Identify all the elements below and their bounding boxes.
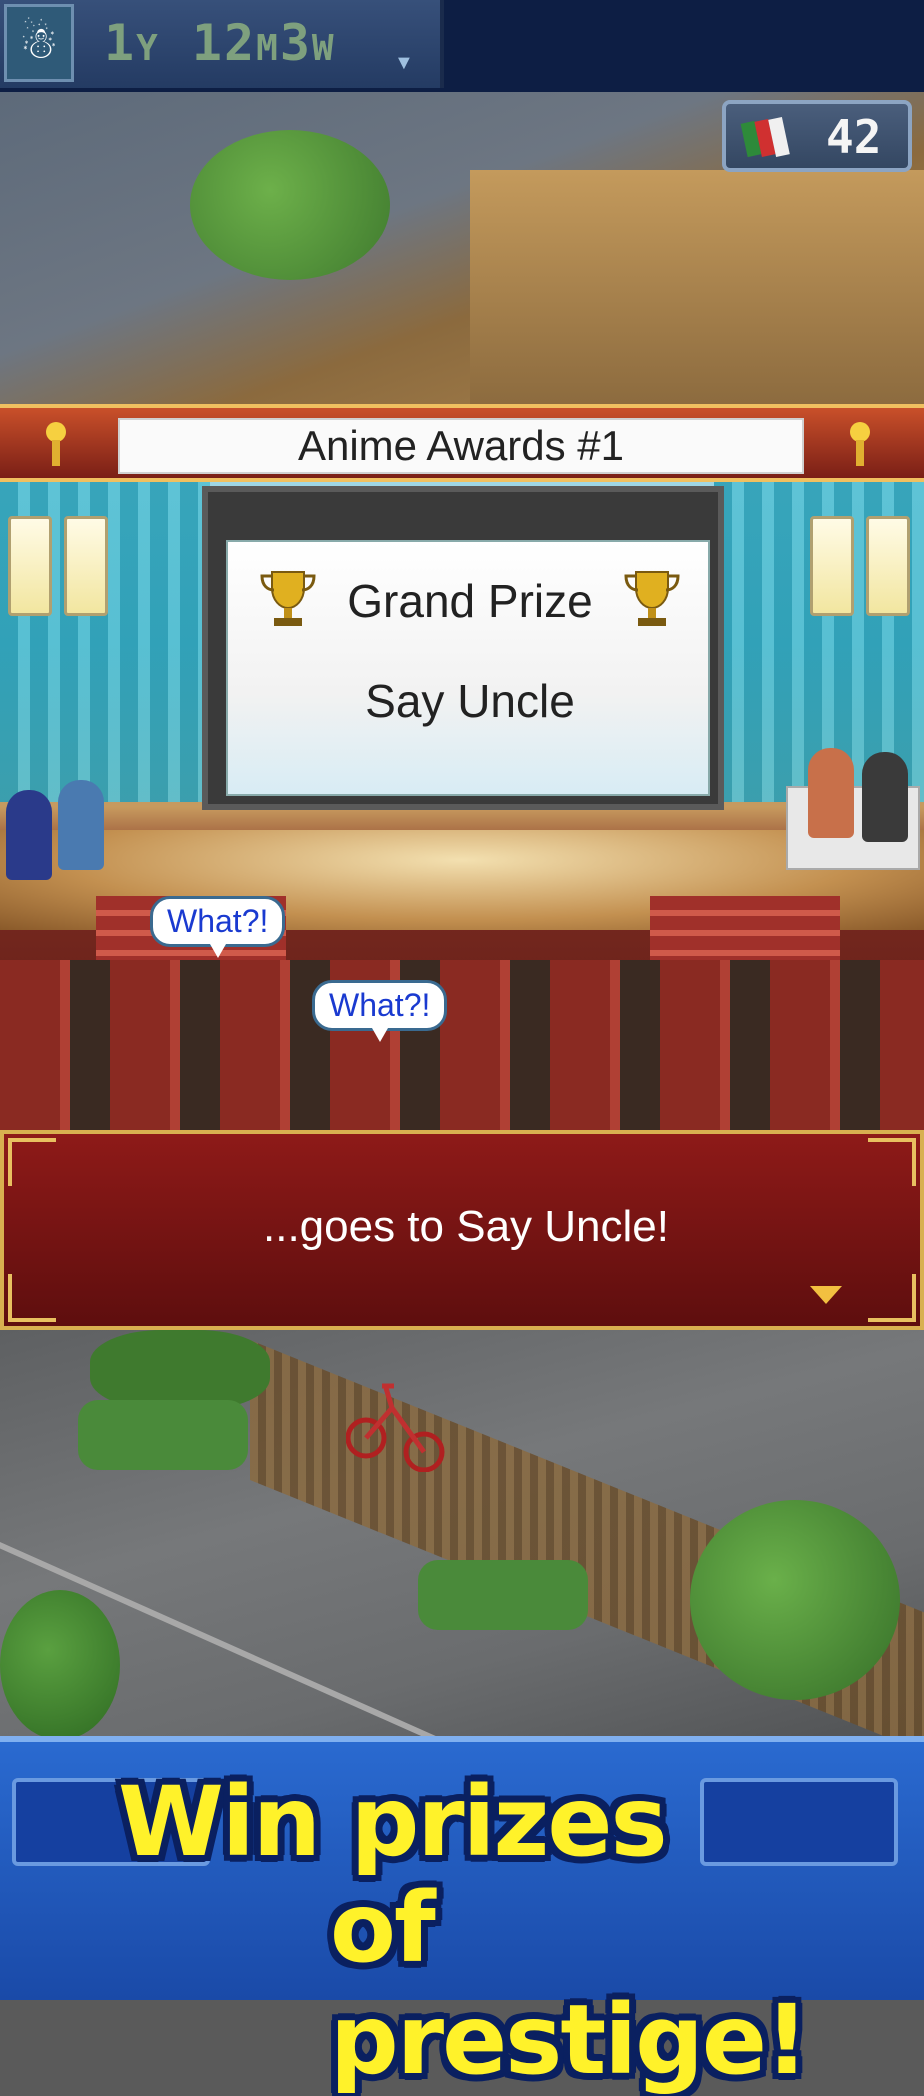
promo-panel: [700, 1778, 898, 1866]
character-sprite: [6, 790, 52, 880]
top-hud: ☃ 1Y 12M3W ▼: [0, 0, 924, 92]
stage-lamp: [866, 516, 910, 616]
award-title: Anime Awards #1: [118, 418, 804, 474]
dialog-corner-ornament: [8, 1274, 56, 1322]
audience-seats: [0, 960, 924, 1130]
date-year: 1: [104, 14, 137, 72]
dialog-corner-ornament: [868, 1138, 916, 1186]
award-card: Grand Prize Say Uncle: [226, 540, 710, 796]
building-image: [470, 170, 924, 410]
tree-image: [690, 1500, 900, 1700]
character-sprite: [862, 752, 908, 842]
date-panel[interactable]: ☃ 1Y 12M3W ▼: [0, 0, 444, 88]
date-month: 12: [191, 14, 257, 72]
trophy-icon: [624, 571, 680, 626]
hedge-image: [418, 1560, 588, 1630]
chevron-down-icon[interactable]: ▼: [394, 52, 414, 75]
date-week: 3: [279, 14, 312, 72]
winner-name: Say Uncle: [365, 675, 575, 727]
torch-icon: [850, 422, 870, 466]
dialog-corner-ornament: [8, 1138, 56, 1186]
dialog-box[interactable]: ...goes to Say Uncle!: [0, 1130, 924, 1330]
resource-counter[interactable]: 42: [722, 100, 912, 172]
calendar-date: 1Y 12M3W: [104, 14, 336, 72]
books-icon: [740, 116, 790, 158]
triangle-down-icon[interactable]: [810, 1286, 842, 1304]
date-year-unit: Y: [136, 28, 160, 69]
date-month-unit: M: [256, 28, 280, 69]
tree-image: [0, 1590, 120, 1740]
torch-icon: [46, 422, 66, 466]
tree-image: [90, 1330, 270, 1410]
promo-banner: Win prizes of prestige!: [0, 1736, 924, 2096]
promo-headline-line2: of prestige!: [330, 1872, 809, 2096]
character-sprite: [58, 780, 104, 870]
bicycle-icon: [346, 1383, 445, 1472]
tree-image: [190, 130, 390, 280]
stage-lamp: [64, 516, 108, 616]
award-screen: Grand Prize Say Uncle: [202, 486, 724, 810]
dialog-text: ...goes to Say Uncle!: [263, 1202, 669, 1251]
dialog-corner-ornament: [868, 1274, 916, 1322]
date-week-unit: W: [311, 28, 336, 69]
stage-lamp: [810, 516, 854, 616]
stage-lamp: [8, 516, 52, 616]
character-sprite: [808, 748, 854, 838]
speech-bubble: What?!: [150, 896, 286, 958]
promo-headline-line1: Win prizes: [118, 1766, 668, 1878]
award-banner: Anime Awards #1: [0, 404, 924, 482]
snowman-icon[interactable]: ☃: [4, 4, 74, 82]
hedge-image: [78, 1400, 248, 1470]
speech-bubble: What?!: [312, 980, 448, 1042]
resource-value: 42: [826, 110, 882, 164]
